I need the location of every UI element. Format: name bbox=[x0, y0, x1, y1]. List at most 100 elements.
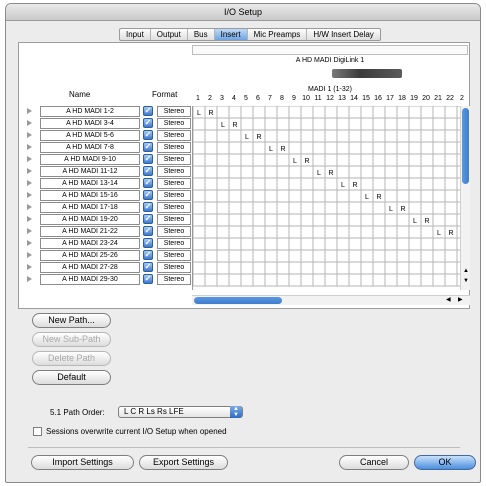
default-button[interactable]: Default bbox=[32, 370, 111, 385]
path-row[interactable]: A HD MADI 11-12 ✓ Stereo bbox=[27, 166, 193, 177]
path-row[interactable]: A HD MADI 17-18 ✓ Stereo bbox=[27, 202, 193, 213]
path-format[interactable]: Stereo bbox=[157, 274, 191, 285]
path-name-field[interactable]: A HD MADI 13-14 bbox=[40, 178, 140, 189]
path-active-checkbox[interactable]: ✓ bbox=[143, 166, 153, 176]
scroll-up-arrow[interactable]: ▲ bbox=[463, 268, 469, 274]
tab-insert[interactable]: Insert bbox=[214, 29, 248, 40]
channel-assignment-right[interactable]: R bbox=[424, 218, 429, 225]
path-format[interactable]: Stereo bbox=[157, 178, 191, 189]
path-active-checkbox[interactable]: ✓ bbox=[143, 262, 153, 272]
channel-assignment-left[interactable]: L bbox=[389, 206, 393, 213]
path-row[interactable]: A HD MADI 21-22 ✓ Stereo bbox=[27, 226, 193, 237]
disclosure-triangle-icon[interactable] bbox=[27, 228, 32, 234]
channel-assignment-left[interactable]: L bbox=[413, 218, 417, 225]
path-format[interactable]: Stereo bbox=[157, 262, 191, 273]
path-row[interactable]: A HD MADI 15-16 ✓ Stereo bbox=[27, 190, 193, 201]
path-format[interactable]: Stereo bbox=[157, 118, 191, 129]
disclosure-triangle-icon[interactable] bbox=[27, 180, 32, 186]
path-row[interactable]: A HD MADI 23-24 ✓ Stereo bbox=[27, 238, 193, 249]
path-name-field[interactable]: A HD MADI 9-10 bbox=[40, 154, 140, 165]
path-row[interactable]: A HD MADI 3-4 ✓ Stereo bbox=[27, 118, 193, 129]
path-active-checkbox[interactable]: ✓ bbox=[143, 130, 153, 140]
channel-grid[interactable]: LRLRLRLRLRLRLRLRLRLRLRL bbox=[192, 106, 468, 290]
path-name-field[interactable]: A HD MADI 29-30 bbox=[40, 274, 140, 285]
path-active-checkbox[interactable]: ✓ bbox=[143, 202, 153, 212]
channel-assignment-right[interactable]: R bbox=[376, 194, 381, 201]
channel-assignment-right[interactable]: R bbox=[256, 134, 261, 141]
disclosure-triangle-icon[interactable] bbox=[27, 168, 32, 174]
path-row[interactable]: A HD MADI 29-30 ✓ Stereo bbox=[27, 274, 193, 285]
path-row[interactable]: A HD MADI 1-2 ✓ Stereo bbox=[27, 106, 193, 117]
path-row[interactable]: A HD MADI 13-14 ✓ Stereo bbox=[27, 178, 193, 189]
export-settings-button[interactable]: Export Settings bbox=[139, 455, 228, 470]
path-format[interactable]: Stereo bbox=[157, 142, 191, 153]
channel-assignment-left[interactable]: L bbox=[293, 158, 297, 165]
path-active-checkbox[interactable]: ✓ bbox=[143, 274, 153, 284]
disclosure-triangle-icon[interactable] bbox=[27, 276, 32, 282]
vertical-scrollbar[interactable]: ▲ ▼ bbox=[460, 106, 470, 290]
path-name-field[interactable]: A HD MADI 21-22 bbox=[40, 226, 140, 237]
scroll-down-arrow[interactable]: ▼ bbox=[463, 278, 469, 284]
disclosure-triangle-icon[interactable] bbox=[27, 108, 32, 114]
channel-assignment-right[interactable]: R bbox=[304, 158, 309, 165]
tab-hw-insert-delay[interactable]: H/W Insert Delay bbox=[307, 29, 379, 40]
horizontal-scrollbar[interactable]: ◀ ▶ bbox=[192, 295, 470, 305]
path-format[interactable]: Stereo bbox=[157, 130, 191, 141]
tab-bus[interactable]: Bus bbox=[188, 29, 215, 40]
ok-button[interactable]: OK bbox=[414, 455, 476, 470]
channel-assignment-left[interactable]: L bbox=[269, 146, 273, 153]
path-active-checkbox[interactable]: ✓ bbox=[143, 238, 153, 248]
path-format[interactable]: Stereo bbox=[157, 214, 191, 225]
path-name-field[interactable]: A HD MADI 15-16 bbox=[40, 190, 140, 201]
channel-assignment-left[interactable]: L bbox=[245, 134, 249, 141]
channel-assignment-right[interactable]: R bbox=[400, 206, 405, 213]
path-format[interactable]: Stereo bbox=[157, 154, 191, 165]
disclosure-triangle-icon[interactable] bbox=[27, 192, 32, 198]
disclosure-triangle-icon[interactable] bbox=[27, 120, 32, 126]
channel-assignment-left[interactable]: L bbox=[197, 110, 201, 117]
disclosure-triangle-icon[interactable] bbox=[27, 144, 32, 150]
path-active-checkbox[interactable]: ✓ bbox=[143, 106, 153, 116]
disclosure-triangle-icon[interactable] bbox=[27, 252, 32, 258]
path-format[interactable]: Stereo bbox=[157, 250, 191, 261]
cancel-button[interactable]: Cancel bbox=[339, 455, 409, 470]
path-row[interactable]: A HD MADI 27-28 ✓ Stereo bbox=[27, 262, 193, 273]
path-active-checkbox[interactable]: ✓ bbox=[143, 250, 153, 260]
path-name-field[interactable]: A HD MADI 1-2 bbox=[40, 106, 140, 117]
channel-assignment-left[interactable]: L bbox=[437, 230, 441, 237]
new-path-button[interactable]: New Path... bbox=[32, 313, 111, 328]
disclosure-triangle-icon[interactable] bbox=[27, 132, 32, 138]
path-name-field[interactable]: A HD MADI 5-6 bbox=[40, 130, 140, 141]
path-name-field[interactable]: A HD MADI 19-20 bbox=[40, 214, 140, 225]
channel-assignment-left[interactable]: L bbox=[365, 194, 369, 201]
path-format[interactable]: Stereo bbox=[157, 226, 191, 237]
scroll-left-arrow[interactable]: ◀ bbox=[446, 296, 451, 303]
sessions-overwrite-checkbox[interactable] bbox=[33, 427, 42, 436]
channel-assignment-right[interactable]: R bbox=[448, 230, 453, 237]
channel-assignment-right[interactable]: R bbox=[280, 146, 285, 153]
disclosure-triangle-icon[interactable] bbox=[27, 264, 32, 270]
channel-assignment-right[interactable]: R bbox=[328, 170, 333, 177]
path-name-field[interactable]: A HD MADI 27-28 bbox=[40, 262, 140, 273]
path-format[interactable]: Stereo bbox=[157, 202, 191, 213]
path-active-checkbox[interactable]: ✓ bbox=[143, 178, 153, 188]
tab-mic-preamps[interactable]: Mic Preamps bbox=[248, 29, 308, 40]
path-format[interactable]: Stereo bbox=[157, 166, 191, 177]
channel-assignment-right[interactable]: R bbox=[232, 122, 237, 129]
path-row[interactable]: A HD MADI 19-20 ✓ Stereo bbox=[27, 214, 193, 225]
path-format[interactable]: Stereo bbox=[157, 238, 191, 249]
disclosure-triangle-icon[interactable] bbox=[27, 204, 32, 210]
delete-path-button[interactable]: Delete Path bbox=[32, 351, 111, 366]
path-active-checkbox[interactable]: ✓ bbox=[143, 142, 153, 152]
channel-assignment-left[interactable]: L bbox=[341, 182, 345, 189]
vertical-scroll-thumb[interactable] bbox=[462, 108, 469, 184]
path-row[interactable]: A HD MADI 7-8 ✓ Stereo bbox=[27, 142, 193, 153]
path-row[interactable]: A HD MADI 5-6 ✓ Stereo bbox=[27, 130, 193, 141]
path-format[interactable]: Stereo bbox=[157, 190, 191, 201]
channel-assignment-right[interactable]: R bbox=[208, 110, 213, 117]
new-sub-path-button[interactable]: New Sub-Path bbox=[32, 332, 111, 347]
channel-assignment-left[interactable]: L bbox=[221, 122, 225, 129]
channel-assignment-right[interactable]: R bbox=[352, 182, 357, 189]
path-active-checkbox[interactable]: ✓ bbox=[143, 154, 153, 164]
path-name-field[interactable]: A HD MADI 17-18 bbox=[40, 202, 140, 213]
